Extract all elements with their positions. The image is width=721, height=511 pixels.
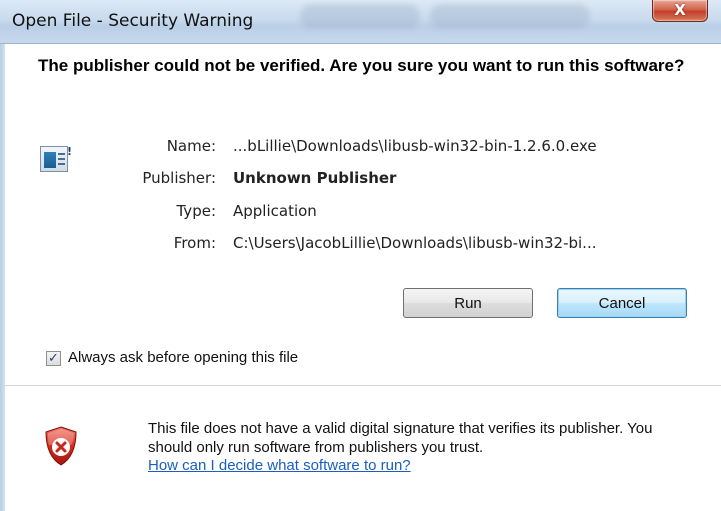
publisher-label: Publisher: — [142, 169, 216, 187]
type-label: Type: — [176, 202, 216, 220]
checkmark-icon: ✓ — [48, 351, 59, 366]
name-label: Name: — [166, 137, 216, 155]
from-label: From: — [173, 234, 216, 252]
cancel-button[interactable]: Cancel — [557, 288, 687, 318]
always-ask-label[interactable]: Always ask before opening this file — [68, 349, 298, 366]
title-bar-glass-streak — [300, 4, 420, 28]
name-value: ...bLillie\Downloads\libusb-win32-bin-1.… — [233, 137, 597, 155]
application-icon: ! — [40, 145, 72, 172]
help-link[interactable]: How can I decide what software to run? — [148, 457, 411, 474]
window-title: Open File - Security Warning — [12, 11, 254, 31]
run-button[interactable]: Run — [403, 288, 533, 318]
close-button[interactable]: X — [652, 0, 708, 22]
publisher-value: Unknown Publisher — [233, 169, 397, 187]
from-value: C:\Users\JacobLillie\Downloads\libusb-wi… — [233, 234, 597, 252]
title-bar[interactable]: Open File - Security Warning X — [0, 0, 721, 44]
security-shield-error-icon — [45, 426, 77, 466]
type-value: Application — [233, 202, 317, 220]
warning-heading: The publisher could not be verified. Are… — [38, 56, 685, 75]
title-bar-glass-streak — [430, 4, 590, 28]
warning-message: This file does not have a valid digital … — [148, 420, 653, 456]
close-icon: X — [674, 1, 686, 19]
always-ask-checkbox[interactable]: ✓ — [46, 351, 61, 366]
